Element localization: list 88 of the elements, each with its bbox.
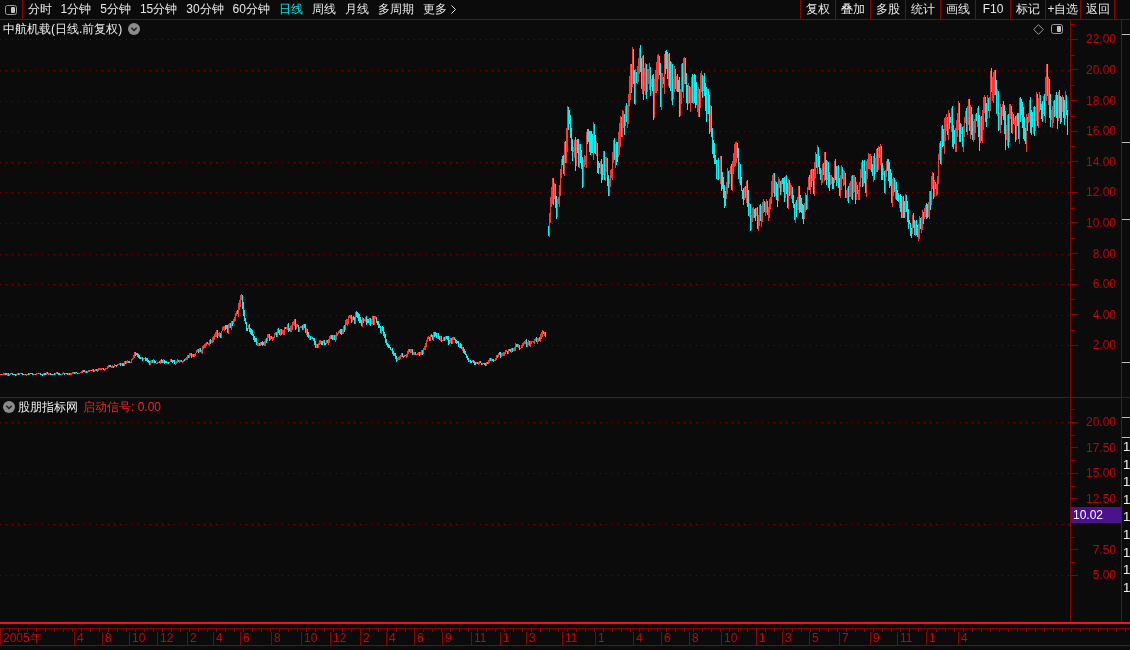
price-axis-label: 8.00 xyxy=(1092,246,1117,261)
toolbar-button[interactable]: 叠加 xyxy=(835,0,870,19)
indicator-axis-label: 20.00 xyxy=(1085,415,1117,429)
period-tab[interactable]: 周线 xyxy=(307,0,341,19)
price-axis-label: 12.00 xyxy=(1085,185,1117,200)
chevron-down-icon[interactable] xyxy=(128,23,141,35)
toolbar-button[interactable]: 标记 xyxy=(1010,0,1045,19)
toolbar-button[interactable]: +自选 xyxy=(1045,0,1080,19)
panel-icon xyxy=(5,4,17,15)
side-column-text: 1 xyxy=(1122,525,1130,544)
toolbar-button[interactable]: 画线 xyxy=(940,0,975,19)
date-axis-label: 6 xyxy=(242,632,250,645)
date-axis-label: 1 xyxy=(597,632,605,645)
date-axis-label: 6 xyxy=(663,632,671,645)
date-axis-label: 2 xyxy=(362,632,370,645)
indicator-axis-label: 7.50 xyxy=(1092,542,1117,557)
date-axis-label: 4 xyxy=(388,632,396,645)
date-axis-label: 10 xyxy=(723,632,738,645)
side-column-text: 1 xyxy=(1122,490,1130,509)
side-column-text: 1 xyxy=(1122,473,1130,491)
price-axis-label: 6.00 xyxy=(1092,277,1117,292)
period-tab[interactable]: 日线 xyxy=(274,0,308,19)
date-axis-label: 11 xyxy=(899,632,913,645)
date-axis-label: 11 xyxy=(473,632,487,645)
price-axis-label: 2.00 xyxy=(1092,338,1117,353)
price-axis-label: 14.00 xyxy=(1085,154,1117,169)
period-tab[interactable]: 15分钟 xyxy=(135,0,182,19)
date-axis-label: 8 xyxy=(691,632,699,645)
date-axis-label: 12 xyxy=(332,632,347,645)
chart-title: 中航机载(日线.前复权) xyxy=(3,22,123,36)
date-axis-label: 7 xyxy=(841,632,849,645)
side-column-text: 1 xyxy=(1122,438,1130,456)
date-axis-label: 12 xyxy=(159,632,174,645)
date-axis-label: 8 xyxy=(104,632,112,645)
indicator-axis-label: 5.00 xyxy=(1092,568,1117,582)
indicator-axis-label: 12.50 xyxy=(1085,491,1117,506)
date-axis-label: 1 xyxy=(758,632,766,645)
chevron-right-icon xyxy=(450,5,456,14)
toolbar-button[interactable]: 返回 xyxy=(1080,0,1115,19)
toolbar-button[interactable]: 复权 xyxy=(800,0,835,19)
date-axis-label: 3 xyxy=(784,632,792,645)
period-tab[interactable]: 1分钟 xyxy=(56,0,96,19)
date-axis-label: 4 xyxy=(215,632,223,645)
date-axis-label: 4 xyxy=(960,632,968,645)
price-axis-label: 20.00 xyxy=(1085,63,1117,77)
toolbar-button[interactable]: 多股 xyxy=(870,0,905,19)
more-tab[interactable]: 更多 xyxy=(418,0,461,19)
date-axis-label: 11 xyxy=(564,632,578,645)
date-axis-label: 1 xyxy=(928,632,936,645)
indicator-readout: 启动信号: 0.00 xyxy=(83,399,162,414)
date-axis-label: 5 xyxy=(811,632,819,645)
side-column-text: 1 xyxy=(1122,508,1130,526)
price-axis-label: 22.00 xyxy=(1085,32,1117,47)
price-axis-label: 4.00 xyxy=(1092,307,1117,322)
value-badge: 10.02 xyxy=(1071,506,1121,523)
date-axis-label: 2 xyxy=(189,632,197,645)
period-tab[interactable]: 月线 xyxy=(340,0,374,19)
side-column-text: 1 xyxy=(1122,578,1130,597)
date-axis-label: 8 xyxy=(273,632,281,645)
diamond-icon[interactable] xyxy=(1033,23,1044,35)
date-axis-label: 10 xyxy=(131,632,146,645)
date-axis-label: 9 xyxy=(872,632,880,645)
date-axis-label: 4 xyxy=(76,632,84,645)
date-axis-label: 2005年 xyxy=(2,632,42,645)
side-column-text: 1 xyxy=(1122,455,1130,474)
toolbar-button[interactable]: 统计 xyxy=(905,0,940,19)
price-axis-label: 18.00 xyxy=(1085,93,1117,108)
period-tab[interactable]: 30分钟 xyxy=(181,0,229,19)
date-axis-label: 1 xyxy=(502,632,510,645)
period-tab[interactable]: 多周期 xyxy=(373,0,419,19)
indicator-name: 股朋指标网 xyxy=(18,399,78,414)
period-tab[interactable]: 分时 xyxy=(23,0,56,19)
price-axis-label: 10.00 xyxy=(1085,215,1117,230)
side-column-text: 1 xyxy=(1122,561,1130,579)
panel-icon[interactable] xyxy=(1051,24,1063,34)
indicator-axis-label: 15.00 xyxy=(1085,466,1117,480)
date-axis-label: 10 xyxy=(303,632,318,645)
date-axis-label: 9 xyxy=(444,632,452,645)
date-axis-label: 3 xyxy=(528,632,536,645)
period-tab[interactable]: 60分钟 xyxy=(228,0,275,19)
toolbar-button[interactable]: F10 xyxy=(975,0,1010,19)
price-axis-label: 16.00 xyxy=(1085,124,1117,139)
date-axis-label: 4 xyxy=(635,632,643,645)
period-tab[interactable]: 5分钟 xyxy=(95,0,136,19)
chevron-down-icon[interactable] xyxy=(3,400,15,413)
indicator-axis-label: 17.50 xyxy=(1085,440,1117,455)
date-axis-label: 6 xyxy=(416,632,424,645)
side-column-text: 1 xyxy=(1122,543,1130,562)
